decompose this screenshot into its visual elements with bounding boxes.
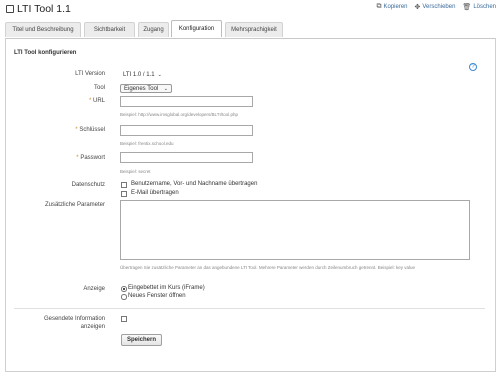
url-label: * URL [88,98,105,104]
move-icon: ✥ [414,4,421,11]
delete-label[interactable]: Löschen [473,4,496,10]
page-header: LTI Tool 1.1 [6,2,71,16]
header-actions: ⧉ Kopieren ✥ Verschieben 🗑 Löschen [376,3,496,11]
copy-action[interactable]: ⧉ Kopieren [376,3,407,11]
section-divider [14,308,485,309]
privacy-label: Datenschutz [71,182,105,188]
section-title: LTI Tool konfigurieren [14,50,77,56]
display-embedded-radio[interactable] [121,286,127,292]
debug-label: Gesendete Information anzeigen [43,316,105,330]
tab-bar: Titel und Beschreibung Sichtbarkeit Zuga… [5,20,496,39]
tool-value: Eigenes Tool [124,85,159,92]
password-example: Beispiel: secret [120,169,151,174]
copy-label[interactable]: Kopieren [383,4,407,10]
password-input[interactable] [120,152,253,163]
debug-checkbox[interactable] [121,316,127,322]
privacy-name-label: Benutzername, Vor- und Nachname übertrag… [131,181,258,187]
copy-icon: ⧉ [376,3,382,10]
save-button[interactable]: Speichern [121,334,163,346]
params-textarea[interactable] [120,200,470,260]
params-label: Zusätzliche Parameter [44,202,105,208]
tab-visibility[interactable]: Sichtbarkeit [84,22,135,37]
key-label: * Schlüssel [75,127,105,133]
chevron-down-icon: ⌄ [157,71,162,78]
display-window-label: Neues Fenster öffnen [128,293,186,299]
privacy-name-checkbox[interactable] [121,182,127,188]
chevron-down-icon: ⌄ [163,85,168,92]
trash-icon: 🗑 [462,4,472,11]
move-action[interactable]: ✥ Verschieben [415,3,456,11]
url-input[interactable] [120,96,253,107]
key-input[interactable] [120,125,253,136]
help-icon[interactable]: ? [469,63,477,71]
tool-select[interactable]: Eigenes Tool ⌄ [120,84,172,93]
display-embedded-label: Eingebettet im Kurs (iFrame) [128,285,205,291]
tool-label: Tool [93,85,105,91]
tab-access[interactable]: Zugang [138,22,169,37]
privacy-email-checkbox[interactable] [121,191,127,197]
lti-version-value: LTI 1.0 / 1.1 [123,71,155,78]
params-hint: Übertragen Sie zusätzliche Parameter an … [120,265,415,270]
delete-action[interactable]: 🗑 Löschen [462,3,496,11]
lti-version-select[interactable]: LTI 1.0 / 1.1 ⌄ [120,70,172,79]
privacy-email-label: E-Mail übertragen [131,190,179,196]
lti-version-label: LTI Version [75,71,105,77]
tab-title-description[interactable]: Titel und Beschreibung [5,22,81,37]
move-label[interactable]: Verschieben [422,4,455,10]
key-example: Beispiel: frentix.school.edu [120,141,174,146]
lti-tool-icon [6,5,14,13]
tab-configuration[interactable]: Konfiguration [171,20,222,37]
display-window-radio[interactable] [121,294,127,300]
tab-multilingual[interactable]: Mehrsprachigkeit [225,22,283,37]
password-label: * Passwort [76,155,105,161]
page-title: LTI Tool 1.1 [17,3,71,15]
url-example: Beispiel: http://www.imsglobal.org/devel… [120,112,238,117]
display-label: Anzeige [83,286,105,292]
